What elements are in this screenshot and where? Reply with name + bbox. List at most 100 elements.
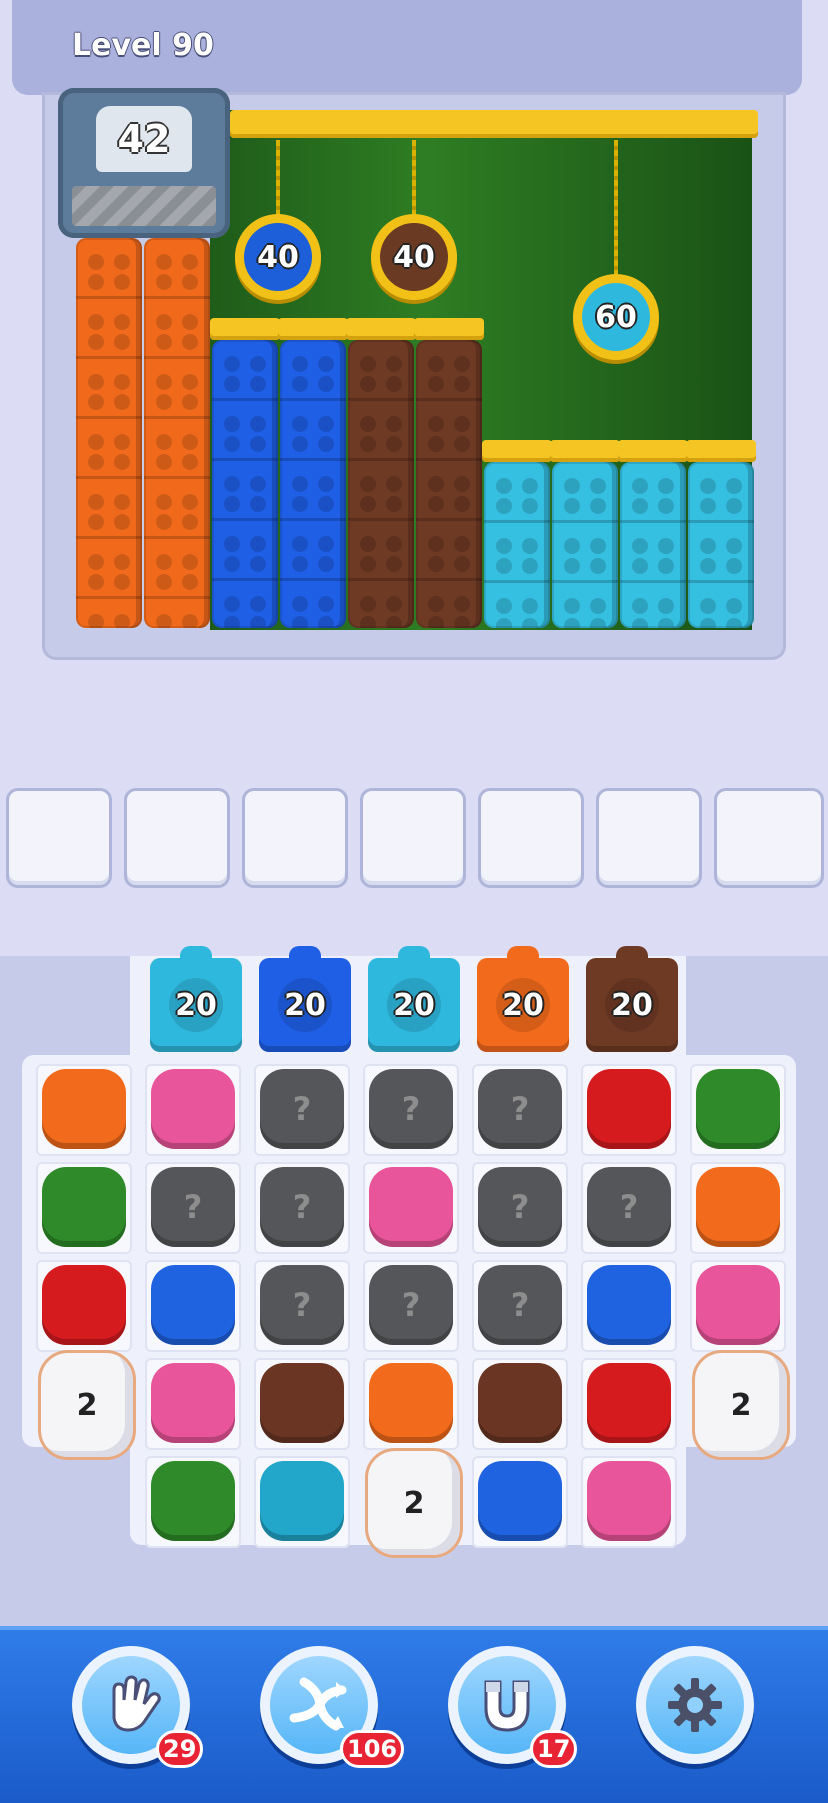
tile-green[interactable] <box>696 1069 780 1149</box>
tile-blue[interactable] <box>478 1461 562 1541</box>
tile-orange[interactable] <box>369 1363 453 1443</box>
hidden-tile[interactable]: ? <box>369 1069 453 1149</box>
grid-cell: ? <box>472 1064 568 1156</box>
settings-button[interactable] <box>636 1646 754 1764</box>
tile-pink[interactable] <box>151 1363 235 1443</box>
launcher[interactable]: 20 <box>477 946 569 1052</box>
magnet-icon <box>484 1680 530 1732</box>
hidden-tile[interactable]: ? <box>478 1265 562 1345</box>
brick-studs <box>144 486 210 539</box>
grid-cell <box>254 1456 350 1548</box>
grid-cell <box>145 1456 241 1548</box>
brick-column-blue <box>280 340 346 628</box>
tile-pink[interactable] <box>151 1069 235 1149</box>
launcher[interactable]: 20 <box>586 946 678 1052</box>
tile-blue[interactable] <box>587 1265 671 1345</box>
brick-studs <box>688 470 754 523</box>
column-cap <box>482 440 552 462</box>
brick-studs <box>484 470 550 523</box>
hidden-tile[interactable]: ? <box>369 1265 453 1345</box>
column-cap <box>618 440 688 462</box>
hidden-tile[interactable]: ? <box>260 1265 344 1345</box>
holding-slot[interactable] <box>124 788 230 888</box>
brick-studs <box>280 588 346 628</box>
brick-studs <box>348 468 414 521</box>
tile-pink[interactable] <box>369 1167 453 1247</box>
lock-chain <box>614 140 618 280</box>
launcher-knob <box>180 946 212 968</box>
holding-slot[interactable] <box>478 788 584 888</box>
tile-green[interactable] <box>151 1461 235 1541</box>
tile-brown[interactable] <box>260 1363 344 1443</box>
lock-badge-brown: 40 <box>371 214 457 300</box>
brick-studs <box>76 486 142 539</box>
tile-cyan[interactable] <box>260 1461 344 1541</box>
launcher[interactable]: 20 <box>368 946 460 1052</box>
grid-cell <box>254 1358 350 1450</box>
tile-pink[interactable] <box>587 1461 671 1541</box>
holding-slot[interactable] <box>714 788 824 888</box>
launcher-knob <box>398 946 430 968</box>
hidden-tile[interactable]: ? <box>478 1069 562 1149</box>
pipe-tile[interactable]: 2 <box>365 1448 463 1558</box>
hidden-tile[interactable]: ? <box>260 1069 344 1149</box>
launcher[interactable]: 20 <box>259 946 351 1052</box>
grid-cell <box>145 1064 241 1156</box>
brick-studs <box>280 528 346 581</box>
holding-slot[interactable] <box>242 788 348 888</box>
brick-studs <box>76 546 142 599</box>
holding-slot[interactable] <box>596 788 702 888</box>
grid-cell <box>690 1260 786 1352</box>
brick-studs <box>484 590 550 628</box>
brick-column-cyan <box>688 462 754 628</box>
tile-green[interactable] <box>42 1167 126 1247</box>
hidden-tile[interactable]: ? <box>151 1167 235 1247</box>
column-cap <box>346 318 416 340</box>
tile-red[interactable] <box>587 1363 671 1443</box>
grid-cell <box>581 1456 677 1548</box>
grid-cell <box>581 1260 677 1352</box>
hidden-tile[interactable]: ? <box>587 1167 671 1247</box>
launcher[interactable]: 20 <box>150 946 242 1052</box>
holding-slot[interactable] <box>360 788 466 888</box>
tile-orange[interactable] <box>42 1069 126 1149</box>
shuffle-icon <box>289 1677 347 1731</box>
tile-red[interactable] <box>42 1265 126 1345</box>
column-cap <box>686 440 756 462</box>
hidden-tile[interactable]: ? <box>260 1167 344 1247</box>
brick-studs <box>416 528 482 581</box>
grid-cell: ? <box>581 1162 677 1254</box>
grid-cell: ? <box>254 1260 350 1352</box>
pipe-tile[interactable]: 2 <box>38 1350 136 1460</box>
tile-orange[interactable] <box>696 1167 780 1247</box>
grid-cell <box>472 1456 568 1548</box>
brick-column-brown <box>416 340 482 628</box>
brick-studs <box>212 588 278 628</box>
brick-column-cyan <box>620 462 686 628</box>
grid-cell <box>581 1064 677 1156</box>
tile-red[interactable] <box>587 1069 671 1149</box>
launcher-knob <box>507 946 539 968</box>
level-label: Level 90 <box>72 28 214 63</box>
hidden-tile[interactable]: ? <box>478 1167 562 1247</box>
grid-cell: ? <box>254 1064 350 1156</box>
lock-value: 40 <box>380 223 448 291</box>
brick-studs <box>212 528 278 581</box>
pipe-tile[interactable]: 2 <box>692 1350 790 1460</box>
tile-pink[interactable] <box>696 1265 780 1345</box>
tile-brown[interactable] <box>478 1363 562 1443</box>
lock-value: 40 <box>244 223 312 291</box>
holding-slot[interactable] <box>6 788 112 888</box>
dispenser-chute <box>72 186 216 226</box>
grid-cell: ? <box>363 1064 459 1156</box>
brick-studs <box>620 530 686 583</box>
launcher-count: 20 <box>496 978 550 1032</box>
glove-icon <box>112 1675 161 1732</box>
brick-column-cyan <box>484 462 550 628</box>
tile-blue[interactable] <box>151 1265 235 1345</box>
brick-studs <box>416 348 482 401</box>
grid-cell: ? <box>363 1260 459 1352</box>
brick-studs <box>280 348 346 401</box>
brick-studs <box>212 468 278 521</box>
brick-studs <box>76 306 142 359</box>
